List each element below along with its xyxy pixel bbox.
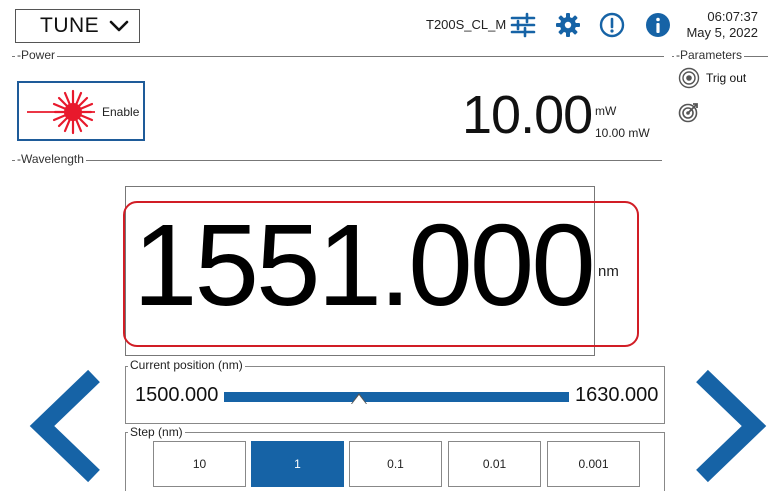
- enable-laser-button[interactable]: Enable: [17, 81, 145, 141]
- step-option-label: 0.001: [578, 457, 609, 471]
- step-option-0-001[interactable]: 0.001: [547, 441, 640, 487]
- trigger-out-icon: [678, 67, 700, 89]
- param-trig-out-label: Trig out: [706, 71, 747, 85]
- step-option-0-1[interactable]: 0.1: [349, 441, 442, 487]
- position-slider-track[interactable]: [224, 392, 569, 402]
- wavelength-section-label: -Wavelength: [15, 152, 86, 166]
- increase-wavelength-button[interactable]: [690, 368, 768, 484]
- step-option-label: 0.01: [482, 457, 507, 471]
- clock-date: May 5, 2022: [686, 25, 758, 40]
- sliders-icon[interactable]: [509, 11, 537, 39]
- power-unit: mW: [595, 104, 617, 118]
- parameters-section-label: -Parameters: [674, 48, 745, 62]
- alert-icon[interactable]: [598, 11, 626, 39]
- wavelength-divider: [12, 160, 662, 161]
- wavelength-value: 1551.000: [133, 200, 596, 330]
- current-position-label: Current position (nm): [128, 358, 245, 372]
- power-section-label: -Power: [15, 48, 58, 62]
- step-option-label: 10: [192, 457, 207, 471]
- enable-label: Enable: [102, 105, 140, 119]
- laser-icon: [27, 89, 95, 135]
- power-value: 10.00: [462, 85, 593, 145]
- mode-dropdown[interactable]: TUNE: [15, 9, 140, 43]
- step-option-1[interactable]: 1: [251, 441, 344, 487]
- clock-time: 06:07:37: [707, 9, 758, 24]
- device-name: T200S_CL_M: [426, 17, 507, 32]
- step-option-10[interactable]: 10: [153, 441, 246, 487]
- position-min: 1500.000: [135, 384, 219, 406]
- step-option-label: 0.1: [387, 457, 404, 471]
- power-divider: [12, 56, 664, 57]
- position-max: 1630.000: [575, 384, 659, 406]
- param-target[interactable]: [678, 101, 700, 123]
- step-option-label: 1: [294, 457, 301, 471]
- power-setpoint: 10.00 mW: [595, 126, 650, 140]
- target-icon: [678, 103, 698, 123]
- gear-icon[interactable]: [554, 11, 582, 39]
- step-label: Step (nm): [128, 425, 185, 439]
- wavelength-unit: nm: [598, 263, 619, 280]
- chevron-down-icon: [109, 20, 129, 32]
- step-option-0-01[interactable]: 0.01: [448, 441, 541, 487]
- decrease-wavelength-button[interactable]: [28, 368, 106, 484]
- position-slider-thumb[interactable]: [352, 395, 367, 404]
- mode-label: TUNE: [40, 14, 100, 37]
- param-trig-out[interactable]: Trig out: [678, 67, 746, 89]
